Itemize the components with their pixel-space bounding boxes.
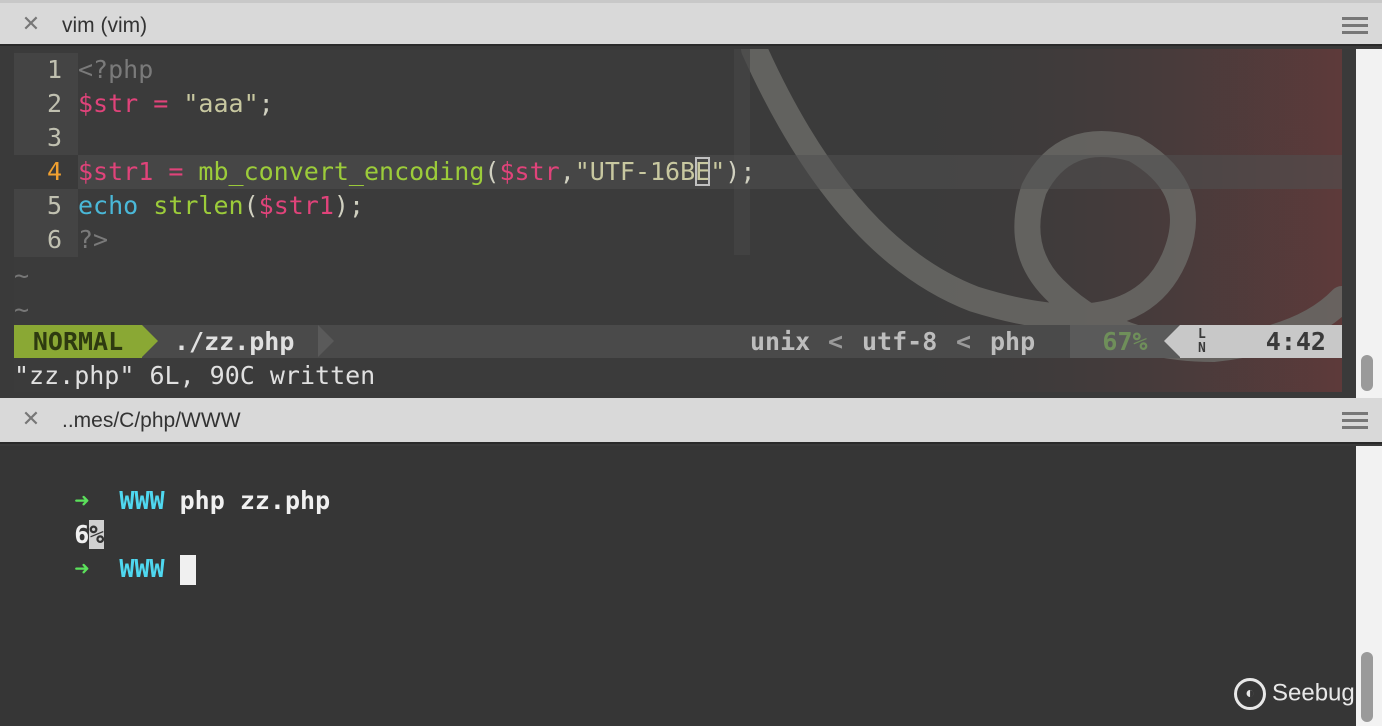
code-token: );	[725, 157, 756, 186]
prompt-arrow-icon: ➜	[74, 554, 90, 583]
code-line[interactable]: 4 $str1 = mb_convert_encoding($str,"UTF-1…	[14, 155, 1342, 189]
code-text: $str1 = mb_convert_encoding($str,"UTF-16…	[78, 155, 755, 189]
status-encoding: utf-8	[862, 327, 938, 356]
code-token: ?>	[78, 225, 109, 254]
vim-editor-pane[interactable]: 1 <?php 2 $str = "aaa"; 3 4 $str1 = mb_convert…	[14, 49, 1342, 392]
line-number: 6	[14, 223, 78, 257]
terminal-cursor[interactable]	[179, 555, 196, 585]
status-fileformat: unix	[750, 327, 811, 356]
code-line[interactable]: 2 $str = "aaa";	[14, 87, 1342, 121]
code-line[interactable]: 1 <?php	[14, 53, 1342, 87]
tab-title-vim[interactable]: vim (vim)	[62, 14, 147, 38]
code-token: "UTF-16B	[574, 157, 696, 186]
filename-separator	[318, 325, 334, 357]
prompt-dir: WWW	[119, 486, 165, 515]
vim-tab-bar: ✕ vim (vim)	[0, 0, 1382, 46]
code-token: ,	[559, 157, 575, 186]
code-token: =	[153, 157, 199, 186]
position-separator	[1164, 325, 1180, 357]
scrollbar-thumb[interactable]	[1361, 652, 1373, 722]
vim-scrollbar[interactable]	[1356, 49, 1382, 398]
watermark-logo: ◐ Seebug	[1234, 678, 1355, 710]
line-number: 4	[14, 155, 78, 189]
logo-text: Seebug	[1272, 679, 1355, 707]
code-token: E	[695, 157, 711, 186]
line-number: 2	[14, 87, 78, 121]
code-line[interactable]: 5 echo strlen($str1);	[14, 189, 1342, 223]
code-line[interactable]: 6 ?>	[14, 223, 1342, 257]
close-icon[interactable]: ✕	[20, 408, 42, 430]
code-token: $str	[78, 89, 139, 118]
seebug-logo-icon: ◐	[1234, 678, 1266, 710]
menu-icon[interactable]	[1342, 412, 1368, 430]
empty-line-tilde: ~	[14, 261, 30, 290]
status-filetype: php	[990, 327, 1036, 356]
code-text: <?php	[78, 53, 153, 87]
code-token: ;	[258, 89, 274, 118]
command-line-message: "zz.php" 6L, 90C written	[14, 361, 376, 390]
mode-separator	[142, 325, 158, 357]
code-token: "aaa"	[183, 89, 259, 118]
code-token: $str	[499, 157, 560, 186]
tab-title-terminal[interactable]: ..mes/C/php/WWW	[62, 409, 241, 433]
terminal-pane[interactable]: ➜ WWW php zz.php 6% ➜ WWW	[0, 446, 1356, 726]
code-text: ?>	[78, 223, 108, 257]
empty-line-tilde: ~	[14, 295, 30, 324]
status-sep-icon: <	[956, 327, 972, 356]
terminal-line: ➜ WWW	[14, 518, 196, 620]
code-text: echo strlen($str1);	[78, 189, 364, 223]
code-line[interactable]: 3	[14, 121, 1342, 155]
status-sep-icon: <	[828, 327, 844, 356]
terminal-command: php zz.php	[179, 486, 331, 515]
terminal-tab-bar: ✕ ..mes/C/php/WWW	[0, 398, 1382, 444]
code-token: (	[484, 157, 500, 186]
code-token: mb_convert_encoding	[198, 157, 485, 186]
code-token: $str1	[78, 157, 154, 186]
line-number-icon: LN	[1198, 327, 1206, 356]
line-number: 1	[14, 53, 78, 87]
line-number: 3	[14, 121, 78, 155]
code-token: "	[710, 157, 726, 186]
prompt-dir: WWW	[119, 554, 165, 583]
close-icon[interactable]: ✕	[20, 13, 42, 35]
mode-indicator: NORMAL	[14, 325, 142, 358]
terminal-scrollbar[interactable]	[1356, 446, 1382, 726]
code-token: =	[138, 89, 184, 118]
code-token: echo	[78, 191, 139, 220]
code-token: (	[243, 191, 259, 220]
code-token: $str1	[258, 191, 334, 220]
scrollbar-thumb[interactable]	[1361, 355, 1373, 391]
status-position-segment: LN 4:42	[1180, 325, 1342, 358]
line-number: 5	[14, 189, 78, 223]
cursor-position: 4:42	[1265, 327, 1326, 356]
status-filename: ./zz.php	[174, 327, 295, 356]
code-token: <?php	[78, 55, 154, 84]
vim-statusline: NORMAL ./zz.php unix < utf-8 < php 67% L…	[14, 325, 1342, 358]
code-token: );	[333, 191, 365, 220]
menu-icon[interactable]	[1342, 17, 1368, 35]
code-text: $str = "aaa";	[78, 87, 274, 121]
code-token: strlen	[153, 191, 244, 220]
